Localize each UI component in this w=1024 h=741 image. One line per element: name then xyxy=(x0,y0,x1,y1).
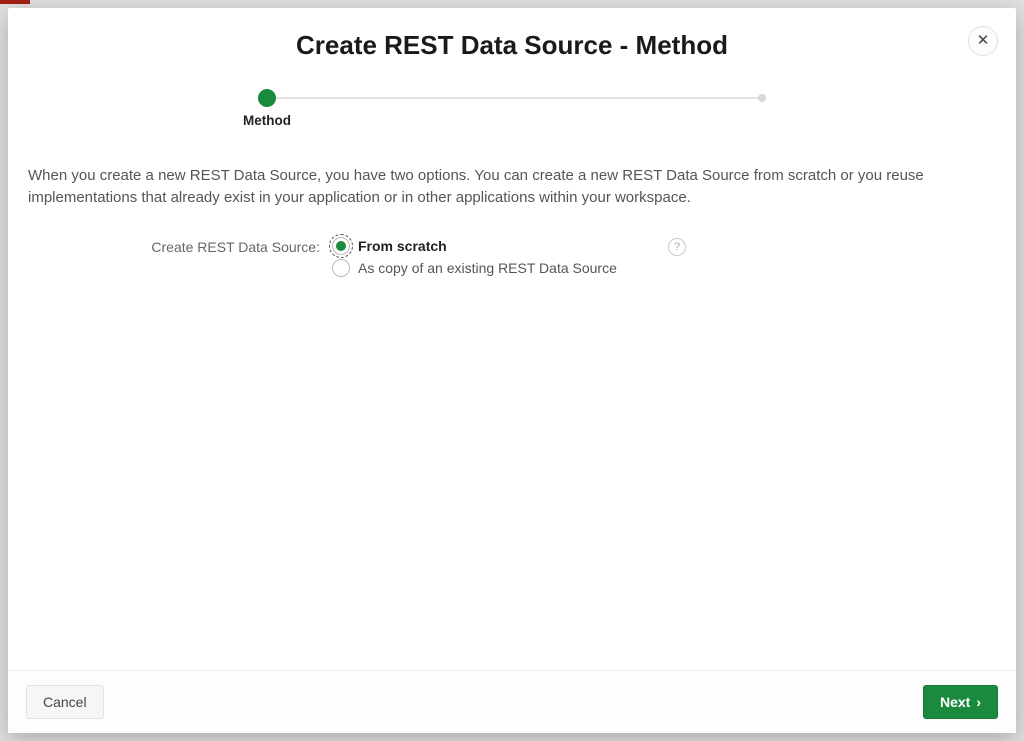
dialog-description: When you create a new REST Data Source, … xyxy=(28,165,996,209)
wizard-step-label: Method xyxy=(243,113,291,128)
dialog-footer: Cancel Next › xyxy=(8,670,1016,733)
cancel-button[interactable]: Cancel xyxy=(26,685,104,719)
help-icon[interactable]: ? xyxy=(668,238,686,256)
dialog-body: When you create a new REST Data Source, … xyxy=(8,113,1016,670)
cancel-button-label: Cancel xyxy=(43,694,87,710)
radio-icon xyxy=(332,237,350,255)
help-column: ? xyxy=(644,237,686,256)
option-from-scratch[interactable]: From scratch xyxy=(332,237,632,255)
option-label: From scratch xyxy=(358,238,447,254)
create-method-options: From scratch As copy of an existing REST… xyxy=(332,237,632,281)
close-icon: ✕ xyxy=(977,32,990,49)
create-method-field: Create REST Data Source: From scratch As… xyxy=(28,237,996,281)
create-rest-data-source-dialog: Create REST Data Source - Method ✕ Metho… xyxy=(8,8,1016,733)
dialog-title: Create REST Data Source - Method xyxy=(28,30,996,61)
chevron-right-icon: › xyxy=(976,695,981,709)
wizard-line xyxy=(258,97,766,99)
wizard-progress: Method xyxy=(258,89,766,113)
wizard-step-current xyxy=(258,89,276,107)
create-method-label: Create REST Data Source: xyxy=(28,237,320,255)
option-label: As copy of an existing REST Data Source xyxy=(358,260,617,276)
radio-icon xyxy=(332,259,350,277)
wizard-step-future xyxy=(758,94,766,102)
radio-inner-icon xyxy=(336,241,346,251)
next-button[interactable]: Next › xyxy=(923,685,998,719)
option-as-copy[interactable]: As copy of an existing REST Data Source xyxy=(332,259,632,277)
close-button[interactable]: ✕ xyxy=(968,26,998,56)
dialog-header: Create REST Data Source - Method ✕ Metho… xyxy=(8,8,1016,113)
next-button-label: Next xyxy=(940,694,970,710)
